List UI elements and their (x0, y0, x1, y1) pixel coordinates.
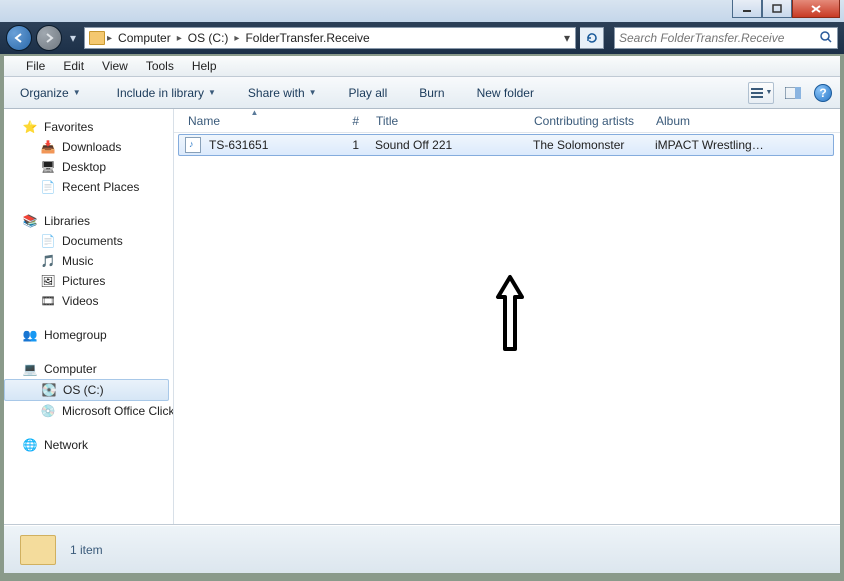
share-with-button[interactable]: Share with▼ (240, 82, 325, 104)
network-icon: 🌐 (22, 437, 38, 453)
address-dropdown[interactable]: ▾ (559, 31, 575, 45)
forward-button[interactable] (36, 25, 62, 51)
nav-history-dropdown[interactable]: ▾ (66, 28, 80, 48)
menu-view[interactable]: View (94, 57, 136, 75)
nav-desktop[interactable]: 🖥Desktop (4, 157, 173, 177)
preview-pane-button[interactable] (780, 82, 806, 104)
sort-asc-icon: ▲ (251, 108, 259, 117)
pictures-icon: 🖼 (40, 273, 56, 289)
nav-computer[interactable]: 💻Computer (4, 359, 173, 379)
nav-network[interactable]: 🌐Network (4, 435, 173, 455)
toolbar: Organize▼ Include in library▼ Share with… (4, 77, 840, 109)
nav-ms-office[interactable]: 💿Microsoft Office Click-to-Run (4, 401, 173, 421)
drive-icon: 💽 (41, 382, 57, 398)
folder-icon (20, 535, 56, 565)
status-item-count: 1 item (70, 543, 103, 557)
menu-file[interactable]: File (18, 57, 53, 75)
include-in-library-button[interactable]: Include in library▼ (109, 82, 224, 104)
burn-button[interactable]: Burn (411, 82, 452, 104)
column-name[interactable]: ▲Name (180, 110, 330, 132)
recent-icon: 📄 (40, 179, 56, 195)
downloads-icon: 📥 (40, 139, 56, 155)
status-bar: 1 item (4, 525, 840, 573)
nav-pictures[interactable]: 🖼Pictures (4, 271, 173, 291)
chevron-right-icon[interactable]: ▸ (234, 33, 239, 44)
nav-row: ▾ ▸ Computer ▸ OS (C:) ▸ FolderTransfer.… (0, 22, 844, 54)
chevron-right-icon[interactable]: ▸ (107, 33, 112, 44)
maximize-button[interactable] (762, 0, 792, 18)
menu-edit[interactable]: Edit (55, 57, 92, 75)
nav-libraries[interactable]: 📚Libraries (4, 211, 173, 231)
column-album[interactable]: Album (648, 110, 776, 132)
videos-icon: 🎞 (40, 293, 56, 309)
cell-artists: The Solomonster (525, 138, 647, 152)
back-button[interactable] (6, 25, 32, 51)
menu-bar: File Edit View Tools Help (4, 56, 840, 77)
nav-music[interactable]: 🎵Music (4, 251, 173, 271)
navigation-pane: ⭐Favorites 📥Downloads 🖥Desktop 📄Recent P… (4, 109, 174, 524)
help-button[interactable]: ? (814, 84, 832, 102)
cell-album: iMPACT Wrestling G... (647, 138, 775, 152)
column-num[interactable]: # (330, 110, 368, 132)
cell-title: Sound Off 221 (367, 138, 525, 152)
computer-icon: 💻 (22, 361, 38, 377)
nav-os-c[interactable]: 💽OS (C:) (4, 379, 169, 401)
nav-homegroup[interactable]: 👥Homegroup (4, 325, 173, 345)
audio-file-icon (185, 137, 201, 153)
minimize-button[interactable] (732, 0, 762, 18)
nav-videos[interactable]: 🎞Videos (4, 291, 173, 311)
libraries-icon: 📚 (22, 213, 38, 229)
nav-recent-places[interactable]: 📄Recent Places (4, 177, 173, 197)
drive-icon: 💿 (40, 403, 56, 419)
nav-downloads[interactable]: 📥Downloads (4, 137, 173, 157)
column-artists[interactable]: Contributing artists (526, 110, 648, 132)
annotation-arrow (490, 269, 530, 362)
documents-icon: 📄 (40, 233, 56, 249)
homegroup-icon: 👥 (22, 327, 38, 343)
breadcrumb-computer[interactable]: Computer (114, 31, 175, 45)
desktop-icon: 🖥 (40, 159, 56, 175)
folder-icon (89, 31, 105, 45)
search-input[interactable] (619, 31, 819, 45)
search-box[interactable] (614, 27, 838, 49)
cell-num: 1 (329, 138, 367, 152)
cell-name: TS-631651 (201, 138, 329, 152)
column-headers: ▲Name # Title Contributing artists Album (174, 109, 840, 133)
file-row[interactable]: TS-631651 1 Sound Off 221 The Solomonste… (178, 134, 834, 156)
titlebar (0, 0, 844, 22)
address-bar[interactable]: ▸ Computer ▸ OS (C:) ▸ FolderTransfer.Re… (84, 27, 576, 49)
breadcrumb-folder[interactable]: FolderTransfer.Receive (241, 31, 373, 45)
play-all-button[interactable]: Play all (341, 82, 396, 104)
star-icon: ⭐ (22, 119, 38, 135)
file-list-pane: ▲Name # Title Contributing artists Album… (174, 109, 840, 524)
menu-help[interactable]: Help (184, 57, 225, 75)
menu-tools[interactable]: Tools (138, 57, 182, 75)
close-button[interactable] (792, 0, 840, 18)
nav-documents[interactable]: 📄Documents (4, 231, 173, 251)
search-icon[interactable] (819, 30, 833, 47)
new-folder-button[interactable]: New folder (469, 82, 542, 104)
view-options-button[interactable]: ▼ (748, 82, 774, 104)
column-title[interactable]: Title (368, 110, 526, 132)
organize-button[interactable]: Organize▼ (12, 82, 89, 104)
nav-favorites[interactable]: ⭐Favorites (4, 117, 173, 137)
music-icon: 🎵 (40, 253, 56, 269)
breadcrumb-osc[interactable]: OS (C:) (184, 31, 233, 45)
refresh-button[interactable] (580, 27, 604, 49)
chevron-right-icon[interactable]: ▸ (177, 33, 182, 44)
